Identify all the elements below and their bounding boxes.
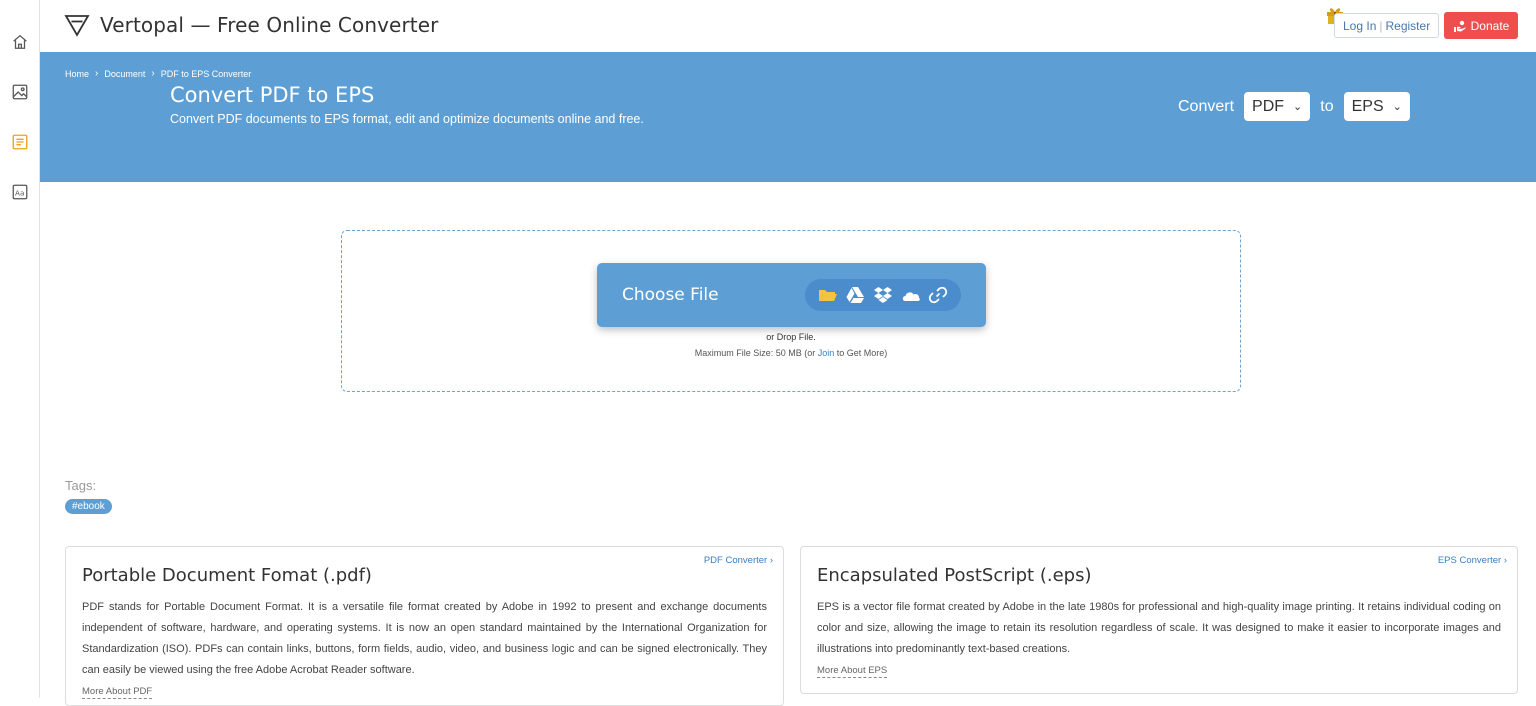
from-format-select[interactable]: PDF ⌄ [1244,92,1311,121]
svg-text:Aa: Aa [15,189,24,198]
brand-title: Vertopal — Free Online Converter [100,13,439,37]
chevron-right-icon: › [151,68,155,79]
from-format-value: PDF [1252,97,1285,115]
font-icon[interactable]: Aa [11,183,29,201]
top-bar: Vertopal — Free Online Converter Log In … [40,0,1536,52]
register-link[interactable]: Register [1386,19,1431,33]
donate-hand-icon [1453,20,1466,32]
upload-sources [805,279,961,311]
pdf-card-title: Portable Document Fomat (.pdf) [82,565,372,586]
login-separator: | [1379,18,1383,33]
drop-file-hint: or Drop File. [766,332,816,342]
dropbox-icon[interactable] [872,284,894,306]
format-selector: Convert PDF ⌄ to EPS ⌄ [1178,92,1410,121]
tags-label: Tags: [65,478,97,493]
home-icon[interactable] [11,33,29,51]
google-drive-icon[interactable] [844,284,866,306]
max-size-suffix: to Get More) [834,348,888,358]
breadcrumb-current[interactable]: PDF to EPS Converter [161,69,252,79]
login-register-box: Log In | Register [1334,13,1440,38]
page-title: Convert PDF to EPS [170,83,375,107]
breadcrumb-document[interactable]: Document [104,69,145,79]
chevron-right-icon: › [95,68,99,79]
vertopal-logo-icon [64,15,90,37]
choose-file-button[interactable]: Choose File [597,263,986,327]
file-drop-zone[interactable]: Choose File or Drop File. Maximum File S… [341,230,1241,392]
pdf-info-card: PDF Converter › Portable Document Fomat … [65,546,784,706]
link-icon[interactable] [927,284,949,306]
tag-ebook[interactable]: #ebook [65,499,112,514]
join-link[interactable]: Join [818,348,835,358]
eps-card-title: Encapsulated PostScript (.eps) [817,565,1092,586]
choose-file-label: Choose File [622,285,719,305]
pdf-converter-link[interactable]: PDF Converter › [704,555,773,566]
chevron-down-icon: ⌄ [1392,101,1402,113]
page-subtitle: Convert PDF documents to EPS format, edi… [170,112,644,126]
donate-button[interactable]: Donate [1444,12,1518,39]
breadcrumb-home[interactable]: Home [65,69,89,79]
more-about-pdf-link[interactable]: More About PDF [82,686,153,699]
to-label: to [1320,97,1334,115]
brand[interactable]: Vertopal — Free Online Converter [64,12,438,38]
login-link[interactable]: Log In [1343,19,1376,33]
to-format-value: EPS [1351,97,1384,115]
eps-info-card: EPS Converter › Encapsulated PostScript … [800,546,1518,694]
document-icon[interactable] [11,133,29,151]
chevron-down-icon: ⌄ [1293,101,1303,113]
eps-card-description: EPS is a vector file format created by A… [817,601,1501,655]
pdf-card-description: PDF stands for Portable Document Format.… [82,601,767,676]
folder-icon[interactable] [817,284,839,306]
breadcrumb: Home › Document › PDF to EPS Converter [65,68,251,79]
left-sidebar: Aa [0,0,40,698]
convert-label: Convert [1178,97,1235,115]
eps-converter-link[interactable]: EPS Converter › [1438,555,1507,566]
donate-label: Donate [1470,18,1510,33]
onedrive-icon[interactable] [900,284,922,306]
max-size-prefix: Maximum File Size: 50 MB (or [694,348,818,358]
more-about-eps-link[interactable]: More About EPS [817,665,888,678]
to-format-select[interactable]: EPS ⌄ [1343,92,1410,121]
hero-banner: Home › Document › PDF to EPS Converter C… [40,52,1536,182]
max-file-size-note: Maximum File Size: 50 MB (or Join to Get… [342,348,1240,358]
image-icon[interactable] [11,83,29,101]
